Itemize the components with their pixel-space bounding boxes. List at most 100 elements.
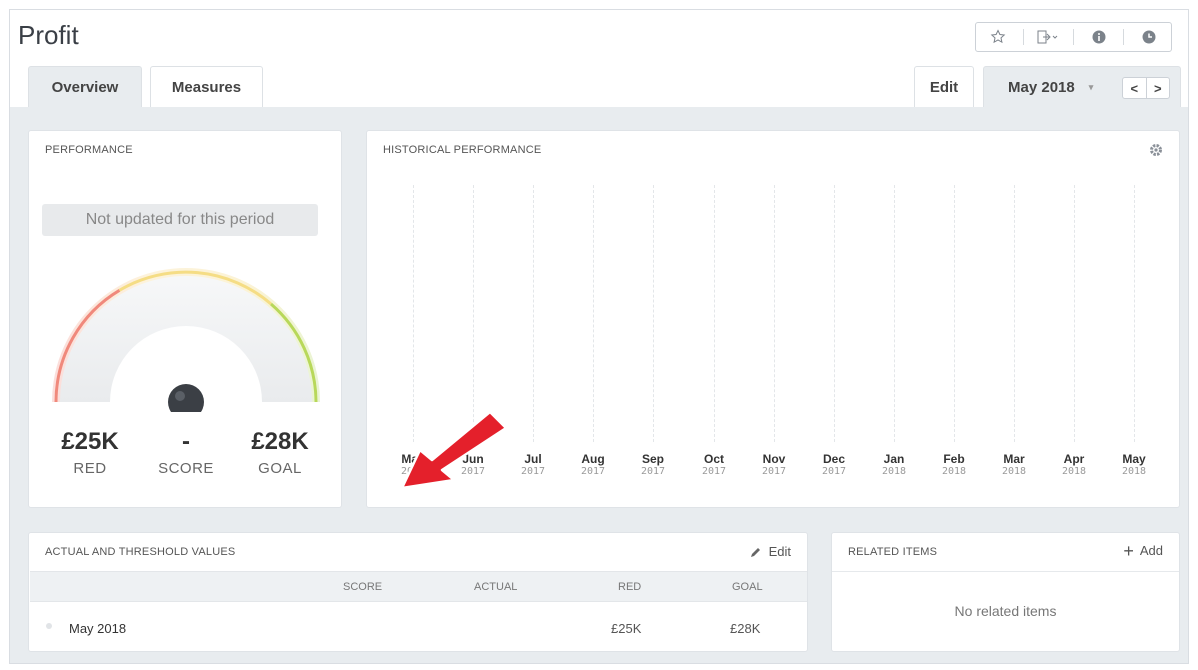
chart-x-tick: Apr 2018 xyxy=(1049,452,1099,477)
tick-month: Aug xyxy=(581,452,605,466)
related-empty-text: No related items xyxy=(954,603,1057,619)
tick-year: 2017 xyxy=(520,466,546,477)
score-value: - xyxy=(182,428,190,455)
next-period-button[interactable]: > xyxy=(1147,78,1170,98)
annotation-arrow xyxy=(400,410,508,490)
chart-x-tick: Feb 2018 xyxy=(929,452,979,477)
tick-month: Nov xyxy=(762,452,786,466)
card-title: RELATED ITEMS xyxy=(848,546,938,558)
tick-year: 2018 xyxy=(881,466,907,477)
chart-x-tick: Nov 2017 xyxy=(749,452,799,477)
chart-x-tick: Dec 2017 xyxy=(809,452,859,477)
add-related-label: Add xyxy=(1139,543,1163,558)
card-title: ACTUAL AND THRESHOLD VALUES xyxy=(45,546,236,558)
edit-values-label: Edit xyxy=(768,544,791,559)
card-title: HISTORICAL PERFORMANCE xyxy=(383,144,542,156)
tick-month: May xyxy=(1122,452,1146,466)
pencil-icon xyxy=(750,547,760,557)
column-header-red: RED xyxy=(618,581,642,593)
chart-gridline xyxy=(533,185,534,442)
tick-year: 2018 xyxy=(1001,466,1027,477)
chart-x-tick: Aug 2017 xyxy=(568,452,618,477)
tick-year: 2017 xyxy=(580,466,606,477)
score-label: SCORE xyxy=(158,460,214,477)
chart-x-tick: May 2018 xyxy=(1109,452,1159,477)
chart-x-tick: Jul 2017 xyxy=(508,452,558,477)
chart-gridline xyxy=(774,185,775,442)
column-header-actual: ACTUAL xyxy=(474,581,518,593)
chart-gridline xyxy=(473,185,474,442)
chart-gridline xyxy=(954,185,955,442)
info-icon[interactable] xyxy=(1079,23,1119,51)
separator xyxy=(1022,29,1024,45)
separator xyxy=(1123,29,1125,45)
tick-month: Sep xyxy=(641,452,664,466)
chart-x-tick: Jan 2018 xyxy=(869,452,919,477)
tick-year: 2017 xyxy=(821,466,847,477)
status-dot xyxy=(46,623,52,629)
chart-x-tick: Oct 2017 xyxy=(689,452,739,477)
chevron-left-icon: < xyxy=(1130,80,1139,96)
period-label: May 2018 xyxy=(1008,79,1075,96)
period-selector[interactable]: May 2018 ▾ < > xyxy=(983,66,1181,108)
tab-overview[interactable]: Overview xyxy=(28,66,142,108)
table-row[interactable]: May 2018 £25K £28K xyxy=(30,603,807,650)
tick-month: Oct xyxy=(703,452,724,466)
tick-month: Feb xyxy=(943,452,965,466)
chart-gridline xyxy=(653,185,654,442)
share-icon[interactable] xyxy=(1028,23,1068,51)
edit-values-button[interactable]: Edit xyxy=(750,544,791,559)
tick-year: 2017 xyxy=(761,466,787,477)
chart-gridline xyxy=(1134,185,1135,442)
tick-month: Apr xyxy=(1063,452,1085,466)
table-header: SCORE ACTUAL RED GOAL xyxy=(30,571,807,602)
chart-gridline xyxy=(413,185,414,442)
card-title: PERFORMANCE xyxy=(45,144,133,156)
prev-period-button[interactable]: < xyxy=(1123,78,1147,98)
tick-year: 2018 xyxy=(941,466,967,477)
gauge-needle xyxy=(168,384,204,412)
tick-year: 2017 xyxy=(640,466,666,477)
edit-button[interactable]: Edit xyxy=(914,66,974,108)
related-items-card: RELATED ITEMS + Add No related items xyxy=(831,532,1180,652)
gear-icon[interactable] xyxy=(1149,143,1163,162)
tick-month: Jan xyxy=(883,452,905,466)
performance-gauge xyxy=(52,268,320,412)
chart-gridline xyxy=(714,185,715,442)
edit-button-label: Edit xyxy=(929,79,959,96)
chart-gridline xyxy=(593,185,594,442)
tick-month: Mar xyxy=(1003,452,1025,466)
tick-year: 2018 xyxy=(1061,466,1087,477)
status-badge: Not updated for this period xyxy=(42,204,318,236)
clock-icon[interactable] xyxy=(1129,23,1169,51)
separator xyxy=(1072,29,1074,45)
chart-x-tick: Sep 2017 xyxy=(628,452,678,477)
tick-year: 2018 xyxy=(1121,466,1147,477)
tab-measures[interactable]: Measures xyxy=(150,66,263,108)
goal-label: GOAL xyxy=(258,460,302,477)
row-goal: £28K xyxy=(730,621,761,636)
add-related-button[interactable]: + Add xyxy=(1123,540,1163,561)
row-period: May 2018 xyxy=(69,621,127,636)
page-actions-group xyxy=(975,22,1172,52)
red-label: RED xyxy=(73,460,107,477)
chevron-right-icon: > xyxy=(1153,80,1162,96)
tab-label: Measures xyxy=(171,79,242,96)
page-title: Profit xyxy=(18,20,79,50)
chevron-down-icon: ▾ xyxy=(1088,82,1094,92)
chart-gridline xyxy=(834,185,835,442)
chart-gridline xyxy=(1074,185,1075,442)
row-red: £25K xyxy=(611,621,642,636)
plus-icon: + xyxy=(1123,540,1134,561)
tick-month: Jul xyxy=(524,452,542,466)
tab-label: Overview xyxy=(51,79,119,96)
divider xyxy=(832,571,1179,572)
chart-x-tick: Mar 2018 xyxy=(989,452,1039,477)
column-header-score: SCORE xyxy=(343,581,383,593)
column-header-goal: GOAL xyxy=(732,581,763,593)
chart-gridline xyxy=(1014,185,1015,442)
tick-year: 2017 xyxy=(701,466,727,477)
red-value: £25K xyxy=(61,428,119,455)
star-icon[interactable] xyxy=(978,23,1018,51)
goal-value: £28K xyxy=(251,428,309,455)
